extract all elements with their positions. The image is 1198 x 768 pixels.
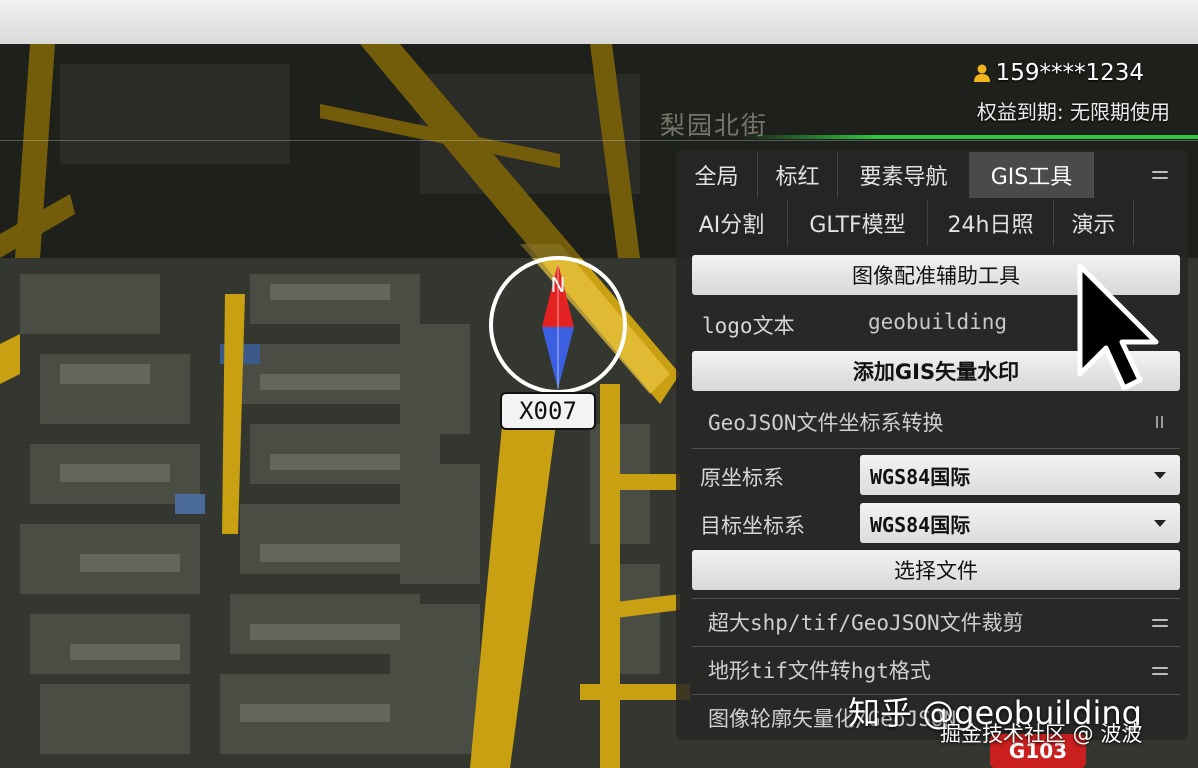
- tab-bar: 全局 标红 要素导航 GIS工具 AI分割 GLTF模型 24h日照 演示: [676, 150, 1188, 246]
- source-crs-select[interactable]: WGS84国际: [860, 455, 1180, 495]
- progress-strip: [740, 135, 1198, 139]
- mouse-cursor-icon: [1077, 263, 1159, 391]
- source-crs-label: 原坐标系: [700, 466, 784, 490]
- tab-24h-sunlight[interactable]: 24h日照: [928, 200, 1054, 246]
- tab-ai-segment[interactable]: AI分割: [676, 200, 788, 246]
- tab-global[interactable]: 全局: [676, 152, 758, 198]
- window-titlebar: [0, 0, 1198, 45]
- target-crs-select[interactable]: WGS84国际: [860, 503, 1180, 543]
- marker-label[interactable]: X007: [500, 392, 596, 430]
- user-icon: [973, 64, 990, 82]
- expand-icon[interactable]: [1152, 664, 1168, 678]
- tab-mark-red[interactable]: 标红: [758, 152, 838, 198]
- user-phone: 159****1234: [995, 60, 1144, 86]
- subscription-expiry: 权益到期: 无限期使用: [976, 100, 1170, 124]
- gis-tool-panel: 全局 标红 要素导航 GIS工具 AI分割 GLTF模型 24h日照 演示 图像…: [676, 150, 1188, 740]
- collapse-icon[interactable]: [1152, 168, 1168, 182]
- chevron-down-icon: [1154, 520, 1166, 527]
- divider: [692, 448, 1180, 449]
- large-file-clip-section[interactable]: 超大shp/tif/GeoJSON文件裁剪: [692, 600, 1180, 644]
- divider: [692, 646, 1180, 647]
- divider: [692, 598, 1180, 599]
- tab-gis-tools[interactable]: GIS工具: [970, 152, 1094, 198]
- expand-icon[interactable]: [1152, 616, 1168, 630]
- logo-text-label: logo文本: [702, 314, 795, 338]
- choose-file-button[interactable]: 选择文件: [692, 550, 1180, 590]
- section-toggle-icon[interactable]: [1156, 416, 1164, 428]
- compass-letter: N: [551, 273, 566, 297]
- geojson-crs-section[interactable]: GeoJSON文件坐标系转换: [692, 400, 1180, 444]
- source-crs-value: WGS84国际: [870, 464, 971, 489]
- juejin-watermark: 掘金技术社区 @ 波波: [940, 722, 1143, 746]
- target-crs-value: WGS84国际: [870, 512, 971, 537]
- logo-text-input[interactable]: geobuilding: [868, 310, 1007, 334]
- chevron-down-icon: [1154, 472, 1166, 479]
- target-crs-label: 目标坐标系: [700, 514, 805, 538]
- tif-to-hgt-section[interactable]: 地形tif文件转hgt格式: [692, 648, 1180, 692]
- compass-icon[interactable]: N: [488, 255, 628, 395]
- user-info[interactable]: 159****1234: [972, 60, 1144, 86]
- horizon-line: [0, 140, 1198, 141]
- tab-feature-nav[interactable]: 要素导航: [838, 152, 970, 198]
- tab-gltf-model[interactable]: GLTF模型: [788, 200, 928, 246]
- tab-demo[interactable]: 演示: [1054, 200, 1134, 246]
